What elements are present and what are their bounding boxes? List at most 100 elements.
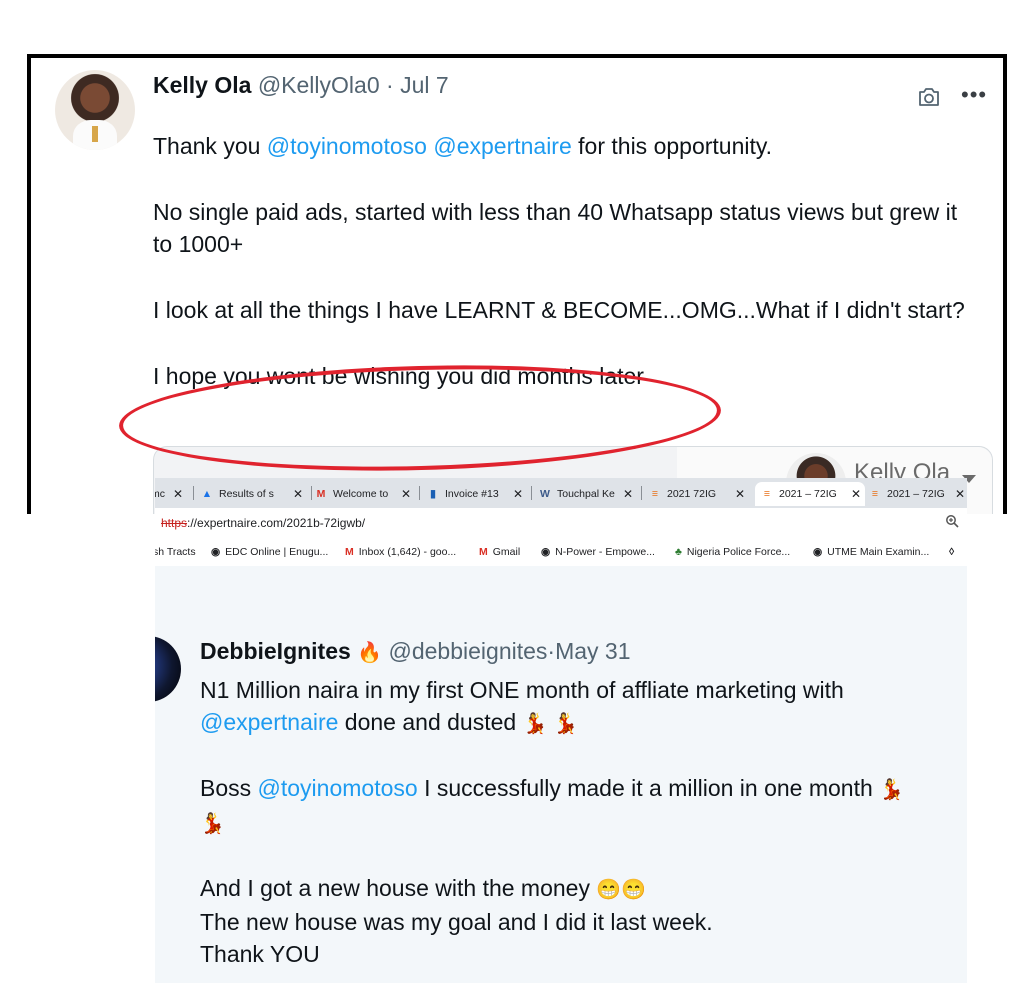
bookmark[interactable]: sh Tracts	[155, 546, 196, 558]
tab[interactable]: ≡ 2021 – 72IG ✕	[869, 482, 967, 506]
bookmark-label: sh Tracts	[155, 546, 196, 558]
droplet-icon: ◊	[949, 546, 955, 558]
close-icon[interactable]: ✕	[401, 482, 411, 506]
separator-dot: ·	[386, 72, 394, 98]
tweet-paragraph: Boss @toyinomotoso I successfully made i…	[200, 772, 967, 840]
close-icon[interactable]: ✕	[735, 482, 745, 506]
text: N1 Million naira in my first ONE month o…	[200, 677, 844, 703]
bookmark-label: EDC Online | Enugu...	[225, 546, 329, 558]
bookmark[interactable]: ♣ Nigeria Police Force...	[675, 546, 790, 558]
tab-divider	[531, 486, 532, 500]
bookmark[interactable]: M Inbox (1,642) - goo...	[345, 546, 456, 558]
zoom-icon[interactable]	[945, 514, 959, 528]
tab-divider	[419, 486, 420, 500]
tab[interactable]: mc ✕	[155, 482, 187, 506]
text: Thank YOU	[200, 941, 320, 967]
close-icon[interactable]: ✕	[955, 482, 965, 506]
tab-label: mc	[155, 488, 165, 500]
gmail-icon: M	[316, 488, 326, 500]
tweet-header: DebbieIgnites 🔥 @debbieignites·May 31	[200, 638, 631, 665]
author-name[interactable]: DebbieIgnites	[200, 638, 351, 664]
bookmark[interactable]: ◉ EDC Online | Enugu...	[211, 546, 328, 558]
tab[interactable]: ≡ 2021 72IG ✕	[649, 482, 749, 506]
mention-link[interactable]: @expertnaire	[433, 133, 571, 159]
bookmarks-bar: sh Tracts ◉ EDC Online | Enugu... M Inbox …	[155, 538, 967, 566]
dancer-emoji-icon: 💃	[200, 813, 225, 835]
tweet-paragraph: I look at all the things I have LEARNT &…	[153, 297, 965, 323]
tab-label: 2021 – 72IG	[779, 488, 837, 500]
tweet-text: N1 Million naira in my first ONE month o…	[200, 674, 967, 970]
tab-strip: mc ✕ ▲ Results of s ✕ M Welcome to ✕ ▮ Invoice…	[155, 478, 967, 508]
bookmark[interactable]: ◉ N-Power - Empowe...	[541, 546, 655, 558]
page-content: DebbieIgnites 🔥 @debbieignites·May 31 N1…	[155, 566, 967, 983]
bookmark[interactable]: ◊	[949, 546, 959, 558]
tweet-kelly-ola: Kelly Ola @KellyOla0 · Jul 7 ••• Thank y…	[27, 54, 1007, 514]
mention-link[interactable]: @toyinomotoso	[267, 133, 427, 159]
gmail-icon: M	[345, 546, 354, 558]
globe-icon: ◉	[813, 546, 823, 558]
tab-label: 2021 – 72IG	[887, 488, 945, 500]
site-icon: ≡	[871, 488, 879, 500]
tab-label: Welcome to	[333, 488, 389, 500]
tweet-paragraph: Thank you @toyinomotoso @expertnaire for…	[153, 130, 973, 162]
police-crest-icon: ♣	[675, 546, 682, 558]
globe-icon: ◉	[541, 546, 551, 558]
author-name[interactable]: Kelly Ola	[153, 72, 251, 98]
bookmark-label: Nigeria Police Force...	[686, 546, 791, 558]
bookmark[interactable]: M Gmail	[479, 546, 520, 558]
more-icon[interactable]: •••	[961, 82, 987, 108]
site-icon: ≡	[651, 488, 659, 500]
tweet-paragraph: N1 Million naira in my first ONE month o…	[200, 674, 967, 740]
dancer-emoji-icon: 💃 💃	[522, 713, 578, 735]
address-bar[interactable]: https://expertnaire.com/2021b-72igwb/	[155, 508, 967, 538]
dancer-emoji-icon: 💃	[879, 779, 905, 801]
text: done and dusted	[338, 709, 523, 735]
tab[interactable]: ▮ Invoice #13 ✕	[427, 482, 527, 506]
bookmark[interactable]: ◉ UTME Main Examin...	[813, 546, 929, 558]
tab-label: Touchpal Ke	[557, 488, 615, 500]
avatar[interactable]	[55, 70, 135, 150]
author-handle[interactable]: @KellyOla0	[258, 72, 380, 98]
tab-label: Invoice #13	[445, 488, 499, 500]
text: The new house was my goal and I did it l…	[200, 909, 713, 935]
bookmark-label: Inbox (1,642) - goo...	[358, 546, 457, 558]
tab[interactable]: W Touchpal Ke ✕	[539, 482, 637, 506]
close-icon[interactable]: ✕	[623, 482, 633, 506]
tab-active[interactable]: ≡ 2021 – 72IG ✕	[755, 482, 865, 506]
camera-icon[interactable]	[917, 86, 941, 108]
wordpress-icon: W	[540, 488, 550, 500]
text: Thank you	[153, 133, 267, 159]
text: for this opportunity.	[571, 133, 773, 159]
fire-icon: 🔥	[357, 642, 383, 664]
tweet-date[interactable]: May 31	[555, 638, 630, 664]
mention-link[interactable]: @expertnaire	[200, 709, 338, 735]
grin-emoji-icon: 😁😁	[596, 879, 647, 901]
separator-dot: ·	[547, 638, 556, 664]
tab-divider	[641, 486, 642, 500]
browser-screenshot: mc ✕ ▲ Results of s ✕ M Welcome to ✕ ▮ Invoice…	[155, 478, 967, 983]
drive-icon: ▲	[201, 488, 213, 500]
author-handle[interactable]: @debbieignites	[389, 638, 548, 664]
close-icon[interactable]: ✕	[173, 482, 183, 506]
url-path: ://expertnaire.com/2021b-72igwb/	[187, 516, 366, 530]
close-icon[interactable]: ✕	[851, 482, 861, 506]
bookmark-label: UTME Main Examin...	[827, 546, 930, 558]
tab-label: Results of s	[219, 488, 274, 500]
mention-link[interactable]: @toyinomotoso	[258, 775, 418, 801]
url-text[interactable]: https://expertnaire.com/2021b-72igwb/	[161, 516, 365, 530]
tab[interactable]: ▲ Results of s ✕	[201, 482, 307, 506]
text: Boss	[200, 775, 258, 801]
tab[interactable]: M Welcome to ✕	[315, 482, 415, 506]
tweet-paragraph: And I got a new house with the money 😁😁 T…	[200, 872, 967, 970]
bookmark-label: Gmail	[492, 546, 521, 558]
close-icon[interactable]: ✕	[513, 482, 523, 506]
invoice-icon: ▮	[430, 488, 436, 500]
tab-divider	[193, 486, 194, 500]
globe-icon: ◉	[211, 546, 221, 558]
tweet-date[interactable]: Jul 7	[400, 72, 449, 98]
tweet-paragraph: No single paid ads, started with less th…	[153, 199, 958, 257]
close-icon[interactable]: ✕	[293, 482, 303, 506]
avatar[interactable]	[155, 636, 181, 702]
tweet-header: Kelly Ola @KellyOla0 · Jul 7	[153, 72, 449, 99]
bookmark-label: N-Power - Empowe...	[555, 546, 655, 558]
